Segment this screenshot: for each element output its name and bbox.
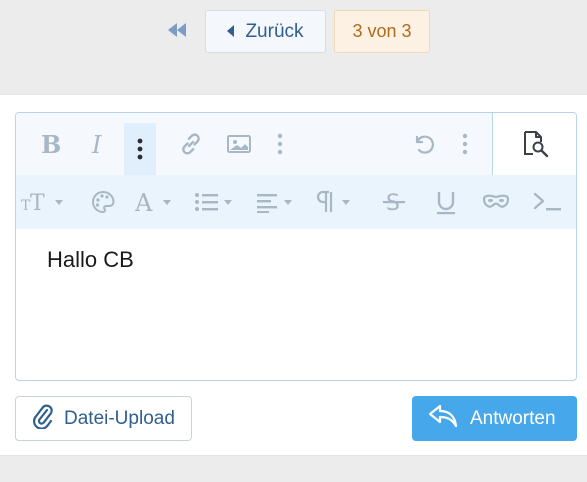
mask-icon [481,189,511,215]
svg-text:I: I [91,131,102,157]
editor-toolbar-secondary: TT A [16,175,576,229]
preview-button[interactable] [515,128,555,160]
font-size-icon: TT [19,189,65,215]
code-icon [531,189,565,215]
undo-button[interactable] [406,128,440,160]
editor-toolbar-primary: B I [16,113,576,175]
reply-label: Antworten [470,407,556,429]
palette-icon [90,189,116,215]
strikethrough-icon: S [381,189,407,215]
editor-text: Hallo CB [47,247,134,272]
first-page-button[interactable] [162,20,192,44]
font-family-button[interactable]: A [132,187,178,217]
image-icon [226,133,252,155]
rich-text-editor: B I T T A Hallo CB [15,112,577,381]
paperclip-icon [32,403,54,435]
caret-left-icon [227,21,235,43]
bold-icon: B [39,131,61,157]
footer-bar [0,456,587,482]
undo-icon [410,131,436,157]
page-indicator-label: 3 von 3 [352,21,412,41]
paragraph-button[interactable] [314,187,360,217]
reply-icon [428,404,458,434]
reply-button[interactable]: Antworten [412,396,577,441]
spoiler-button[interactable] [478,187,514,217]
file-upload-button[interactable]: Datei-Upload [15,396,192,441]
underline-button[interactable] [428,187,464,217]
list-button[interactable] [192,187,238,217]
link-icon [178,131,204,157]
font-size-button[interactable]: TT [18,187,66,217]
italic-icon: I [90,131,106,157]
svg-text:T: T [30,191,45,215]
align-button[interactable] [254,187,300,217]
file-upload-label: Datei-Upload [64,407,175,429]
list-icon [193,189,237,215]
preview-icon [520,130,550,158]
editor-content[interactable]: Hallo CB [16,229,576,380]
paragraph-icon [315,189,359,215]
text-color-button[interactable] [86,187,120,217]
insert-link-button[interactable] [174,128,208,160]
page-indicator: 3 von 3 [334,10,430,53]
bold-button[interactable]: B [30,128,70,160]
strikethrough-button[interactable]: S [376,187,412,217]
font-icon: A [133,189,177,215]
more-options-button[interactable] [124,123,156,175]
more-options-button-3[interactable] [453,128,477,160]
svg-text:A: A [134,189,153,215]
double-chevron-left-icon [166,22,188,43]
align-icon [255,189,299,215]
pagination-bar: Zurück 3 von 3 [0,0,587,94]
more-options-button-2[interactable] [268,128,292,160]
italic-button[interactable]: I [78,128,118,160]
more-vertical-icon [277,133,283,155]
preview-area [493,113,576,175]
more-vertical-icon [137,138,143,160]
previous-page-label: Zurück [245,20,304,42]
more-vertical-icon [462,133,468,155]
svg-text:B: B [41,131,61,157]
reply-panel: B I T T A Hallo CB Datei-Upload Antworte… [0,94,587,456]
code-button[interactable] [528,187,568,217]
underline-icon [433,189,459,215]
previous-page-button[interactable]: Zurück [205,10,326,53]
insert-image-button[interactable] [222,128,256,160]
